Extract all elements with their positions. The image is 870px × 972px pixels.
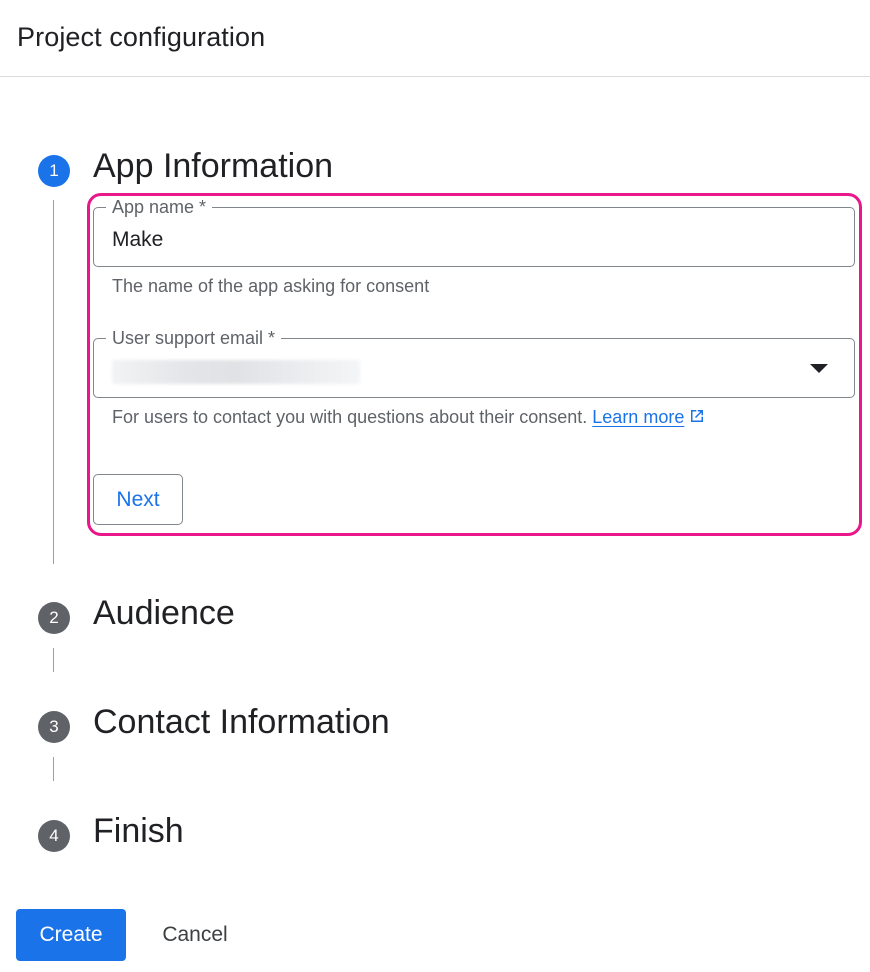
support-email-value-redacted xyxy=(112,360,360,384)
step-1-number: 1 xyxy=(38,155,70,187)
step-4-title[interactable]: Finish xyxy=(93,812,184,851)
support-email-label: User support email * xyxy=(112,328,276,348)
step-4-number: 4 xyxy=(38,820,70,852)
step-2-number: 2 xyxy=(38,602,70,634)
create-button[interactable]: Create xyxy=(16,909,126,961)
step-2-title[interactable]: Audience xyxy=(93,594,235,633)
step-connector-line xyxy=(53,648,54,672)
external-link-icon[interactable] xyxy=(688,407,706,425)
step-3-title[interactable]: Contact Information xyxy=(93,703,390,742)
learn-more-link[interactable]: Learn more xyxy=(592,407,684,427)
next-button[interactable]: Next xyxy=(93,474,183,525)
step-1-title[interactable]: App Information xyxy=(93,147,333,186)
app-name-field[interactable]: App name * xyxy=(93,197,855,267)
app-name-helper: The name of the app asking for consent xyxy=(112,276,430,296)
app-name-input[interactable]: Make xyxy=(112,228,163,252)
dialog-header: Project configuration xyxy=(0,0,870,77)
step-connector-line xyxy=(53,200,54,564)
cancel-button[interactable]: Cancel xyxy=(148,909,242,961)
dropdown-caret-icon[interactable] xyxy=(810,364,828,373)
step-connector-line xyxy=(53,757,54,781)
page-title: Project configuration xyxy=(17,22,266,52)
app-name-label: App name * xyxy=(112,197,207,217)
support-email-helper-text: For users to contact you with questions … xyxy=(112,407,588,427)
step-3-number: 3 xyxy=(38,711,70,743)
support-email-helper: For users to contact you with questions … xyxy=(112,407,706,428)
